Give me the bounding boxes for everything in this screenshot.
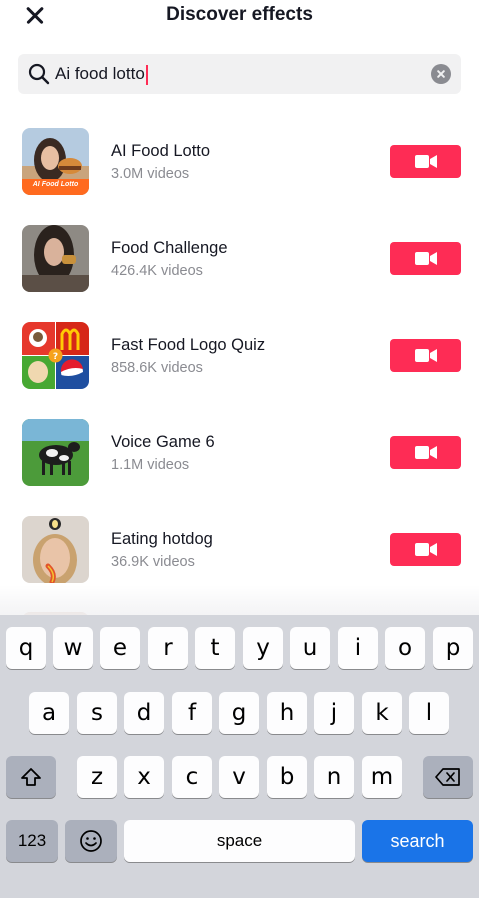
video-camera-icon <box>415 155 437 168</box>
key-p[interactable]: p <box>433 627 473 669</box>
effect-video-count: 1.1M videos <box>111 457 190 473</box>
key-o[interactable]: o <box>385 627 425 669</box>
keyboard: q w e r t y u i o p a s d f g h j k l z … <box>0 615 479 898</box>
list-item[interactable]: Food Challenge 426.4K videos <box>0 217 479 314</box>
key-b[interactable]: b <box>267 756 307 798</box>
video-camera-icon <box>415 252 437 265</box>
key-q[interactable]: q <box>6 627 46 669</box>
effect-thumbnail <box>22 225 89 292</box>
key-c[interactable]: c <box>172 756 212 798</box>
key-n[interactable]: n <box>314 756 354 798</box>
key-g[interactable]: g <box>219 692 259 734</box>
effect-thumbnail: AI Food Lotto <box>22 128 89 195</box>
video-camera-icon <box>415 543 437 556</box>
effect-thumbnail <box>22 419 89 486</box>
key-a[interactable]: a <box>29 692 69 734</box>
effect-video-count: 36.9K videos <box>111 554 195 570</box>
search-input[interactable]: Ai food lotto <box>55 54 148 94</box>
effect-name: Food Challenge <box>111 239 228 257</box>
svg-text:?: ? <box>53 352 58 362</box>
key-y[interactable]: y <box>243 627 283 669</box>
key-h[interactable]: h <box>267 692 307 734</box>
key-v[interactable]: v <box>219 756 259 798</box>
search-key[interactable]: search <box>362 820 473 862</box>
effect-video-count: 3.0M videos <box>111 166 190 182</box>
list-item[interactable]: ? Fast Food Logo Quiz 858.6K videos <box>0 314 479 411</box>
numbers-key[interactable]: 123 <box>6 820 58 862</box>
effect-name: Eating hotdog <box>111 530 213 548</box>
key-j[interactable]: j <box>314 692 354 734</box>
key-x[interactable]: x <box>124 756 164 798</box>
page-title: Discover effects <box>166 4 313 25</box>
effect-thumbnail <box>22 516 89 583</box>
key-e[interactable]: e <box>100 627 140 669</box>
key-r[interactable]: r <box>148 627 188 669</box>
record-button[interactable] <box>390 339 461 372</box>
video-camera-icon <box>415 349 437 362</box>
effect-name: Voice Game 6 <box>111 433 215 451</box>
key-s[interactable]: s <box>77 692 117 734</box>
key-z[interactable]: z <box>77 756 117 798</box>
emoji-icon[interactable] <box>65 820 117 862</box>
effect-thumbnail: ? <box>22 322 89 389</box>
key-d[interactable]: d <box>124 692 164 734</box>
key-k[interactable]: k <box>362 692 402 734</box>
clear-icon[interactable] <box>431 64 451 84</box>
key-m[interactable]: m <box>362 756 402 798</box>
key-t[interactable]: t <box>195 627 235 669</box>
effect-name: AI Food Lotto <box>111 142 211 160</box>
effects-list: AI Food Lotto AI Food Lotto 3.0M videos … <box>0 120 479 605</box>
record-button[interactable] <box>390 436 461 469</box>
shift-icon[interactable] <box>6 756 56 798</box>
effect-video-count: 858.6K videos <box>111 360 203 376</box>
backspace-icon[interactable] <box>423 756 473 798</box>
search-icon <box>28 63 50 85</box>
record-button[interactable] <box>390 145 461 178</box>
key-i[interactable]: i <box>338 627 378 669</box>
key-f[interactable]: f <box>172 692 212 734</box>
header: Discover effects <box>0 0 479 40</box>
video-camera-icon <box>415 446 437 459</box>
record-button[interactable] <box>390 242 461 275</box>
effect-name: Fast Food Logo Quiz <box>111 336 266 354</box>
space-key[interactable]: space <box>124 820 355 862</box>
list-item[interactable]: Voice Game 6 1.1M videos <box>0 411 479 508</box>
effect-video-count: 426.4K videos <box>111 263 203 279</box>
key-u[interactable]: u <box>290 627 330 669</box>
thumbnail-caption: AI Food Lotto <box>32 181 79 188</box>
key-l[interactable]: l <box>409 692 449 734</box>
record-button[interactable] <box>390 533 461 566</box>
key-w[interactable]: w <box>53 627 93 669</box>
search-bar[interactable]: Ai food lotto <box>18 54 461 94</box>
text-caret <box>145 64 148 85</box>
list-item[interactable]: AI Food Lotto AI Food Lotto 3.0M videos <box>0 120 479 217</box>
